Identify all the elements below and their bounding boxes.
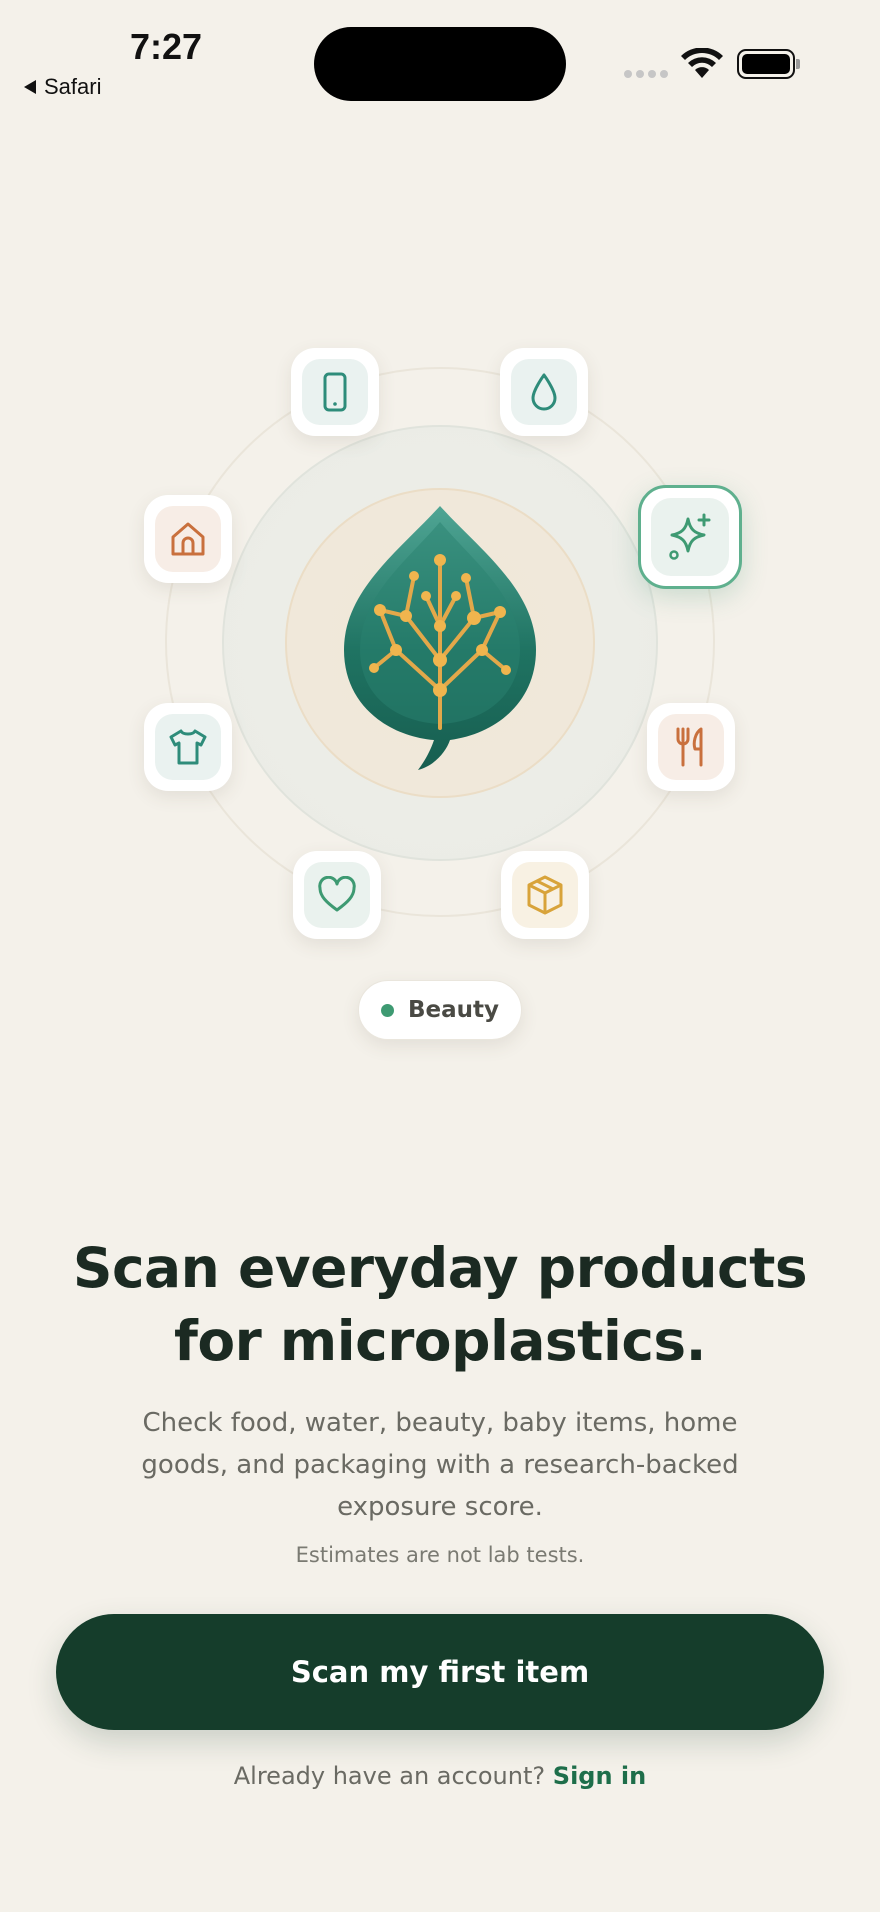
dynamic-island — [314, 27, 566, 101]
category-home-chip[interactable] — [144, 495, 232, 583]
headline: Scan everyday products for microplastics… — [40, 1232, 840, 1378]
onboarding-screen: 7:27 Safari Beauty Scan everyday product… — [0, 0, 880, 1912]
category-packaging-chip[interactable] — [501, 851, 589, 939]
house-icon — [171, 522, 205, 556]
selected-dot — [380, 1003, 394, 1017]
category-clothing-chip[interactable] — [144, 703, 232, 791]
category-beauty-chip[interactable] — [638, 485, 742, 589]
selected-category-label: Beauty — [407, 997, 499, 1023]
signin-link[interactable]: Sign in — [553, 1762, 646, 1790]
leaf-network-logo — [344, 506, 536, 770]
description: Check food, water, beauty, baby items, h… — [141, 1408, 739, 1522]
back-arrow-icon — [24, 80, 36, 94]
phone-icon — [323, 372, 347, 412]
category-water-chip[interactable] — [500, 348, 588, 436]
cellular-signal-icon — [624, 70, 668, 78]
fork-knife-icon — [676, 727, 703, 767]
selected-category-pill: Beauty — [358, 980, 522, 1040]
tshirt-icon — [169, 729, 207, 765]
category-food-chip[interactable] — [647, 703, 735, 791]
battery-icon — [737, 49, 800, 79]
headline-line-1: Scan everyday products — [72, 1236, 808, 1300]
sparkle-icon — [669, 513, 711, 560]
category-health-chip[interactable] — [293, 851, 381, 939]
signin-prompt: Already have an account? — [233, 1762, 546, 1790]
scan-first-item-button[interactable]: Scan my first item — [56, 1614, 824, 1730]
category-electronics-chip[interactable] — [291, 348, 379, 436]
heart-icon — [318, 876, 356, 912]
status-time: 7:27 — [130, 26, 203, 67]
headline-line-2: for microplastics. — [173, 1309, 707, 1373]
back-to-safari-link[interactable]: Safari — [24, 74, 101, 100]
package-icon — [527, 875, 563, 915]
disclaimer: Estimates are not lab tests. — [295, 1543, 585, 1567]
wifi-icon — [681, 48, 723, 78]
water-drop-icon — [531, 373, 557, 411]
back-label: Safari — [44, 74, 102, 99]
signin-row: Already have an account? Sign in — [40, 1762, 840, 1790]
